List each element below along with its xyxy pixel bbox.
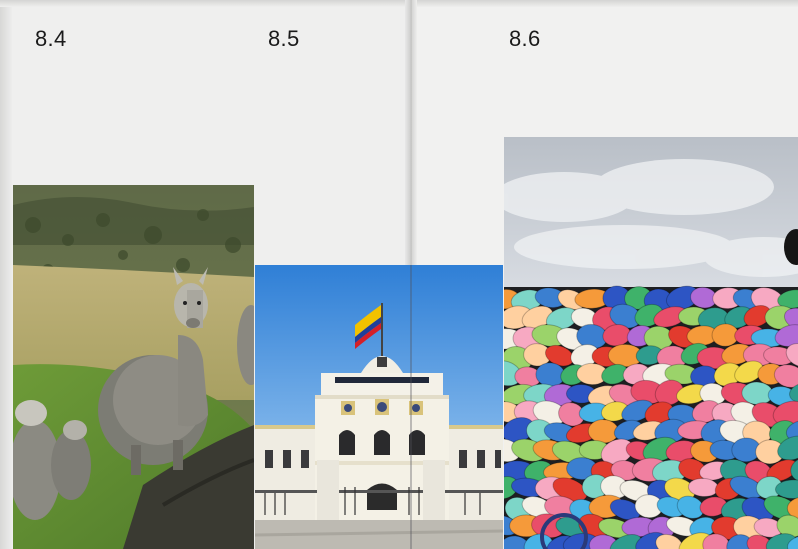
photo-fold-line	[410, 265, 412, 549]
yarn-photo	[504, 137, 798, 549]
magazine-spread: 8.4 8.5 8.6	[0, 0, 798, 549]
left-page-edge	[0, 0, 12, 549]
figure-label-8-5: 8.5	[268, 26, 300, 51]
alpaca-photo	[13, 185, 254, 549]
top-edge-shadow	[0, 0, 798, 7]
figure-label-8-6: 8.6	[509, 26, 541, 51]
building-photo	[255, 265, 503, 549]
figure-label-8-4: 8.4	[35, 26, 67, 51]
